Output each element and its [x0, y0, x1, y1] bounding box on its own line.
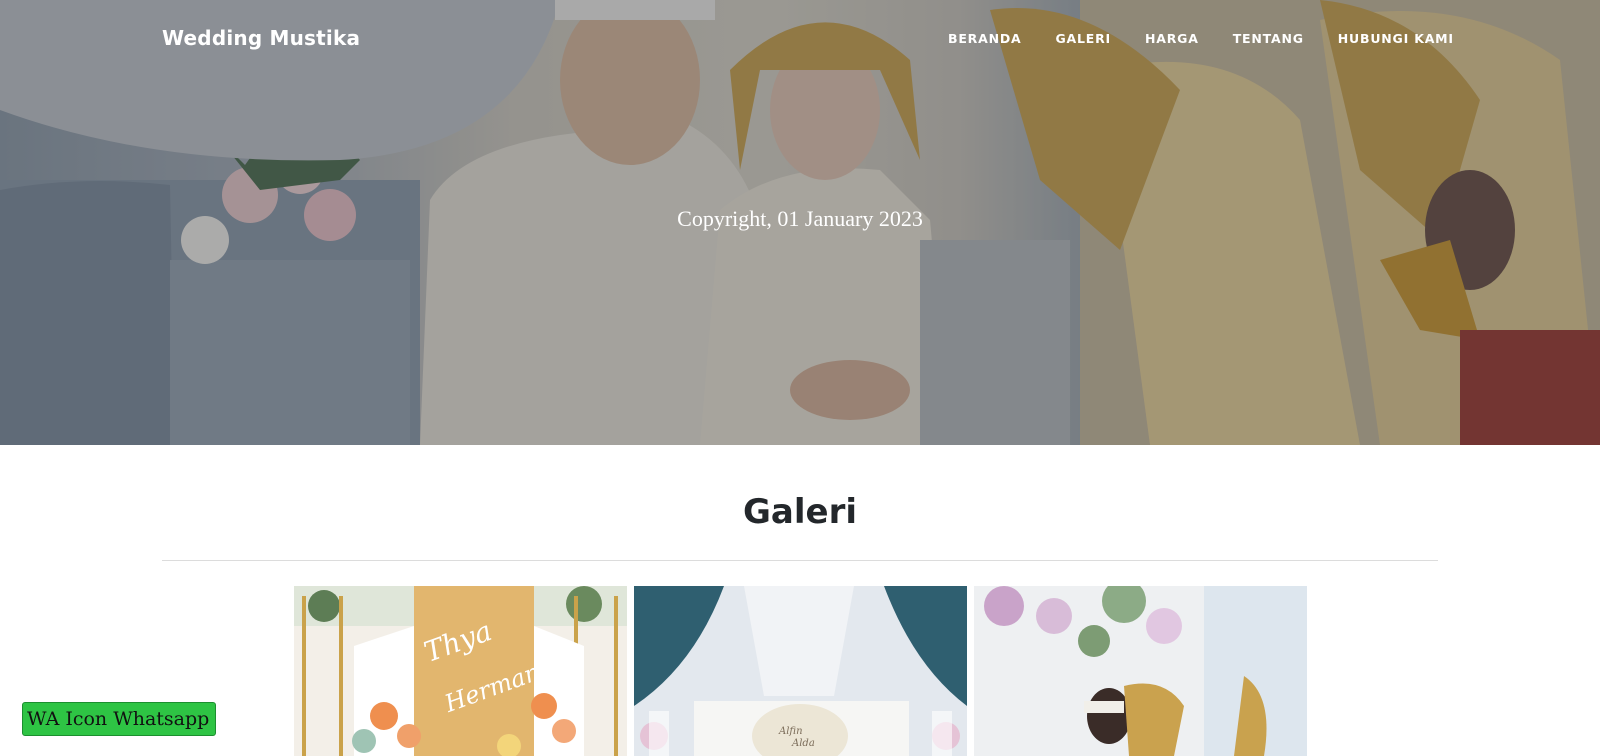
nav-links: BERANDA GALERI HARGA TENTANG HUBUNGI KAM… [948, 31, 1454, 46]
whatsapp-button[interactable]: WA Icon Whatsapp [22, 702, 216, 736]
hero-copyright-text: Copyright, 01 January 2023 [677, 206, 923, 231]
gallery-title: Galeri [743, 492, 857, 532]
section-divider [162, 560, 1438, 561]
gallery-photo-2-image: Alfin Alda [634, 586, 967, 756]
gallery-photo-1[interactable]: Thya Herman [294, 586, 627, 756]
hero-banner: Wedding Mustika BERANDA GALERI HARGA TEN… [0, 0, 1600, 445]
svg-text:Alfin: Alfin [778, 726, 803, 737]
nav-link-galeri[interactable]: GALERI [1055, 31, 1111, 46]
nav-link-hubungi-kami[interactable]: HUBUNGI KAMI [1338, 31, 1454, 46]
brand-logo[interactable]: Wedding Mustika [162, 26, 360, 50]
svg-text:Alda: Alda [791, 738, 815, 749]
nav-link-harga[interactable]: HARGA [1145, 31, 1199, 46]
gallery-photo-3-image [974, 586, 1307, 756]
gallery-photo-1-image: Thya Herman [294, 586, 627, 756]
gallery-photo-2[interactable]: Alfin Alda [634, 586, 967, 756]
nav-link-tentang[interactable]: TENTANG [1233, 31, 1304, 46]
nav-link-beranda[interactable]: BERANDA [948, 31, 1021, 46]
gallery-photo-3[interactable] [974, 586, 1307, 756]
navbar: Wedding Mustika BERANDA GALERI HARGA TEN… [0, 0, 1600, 80]
